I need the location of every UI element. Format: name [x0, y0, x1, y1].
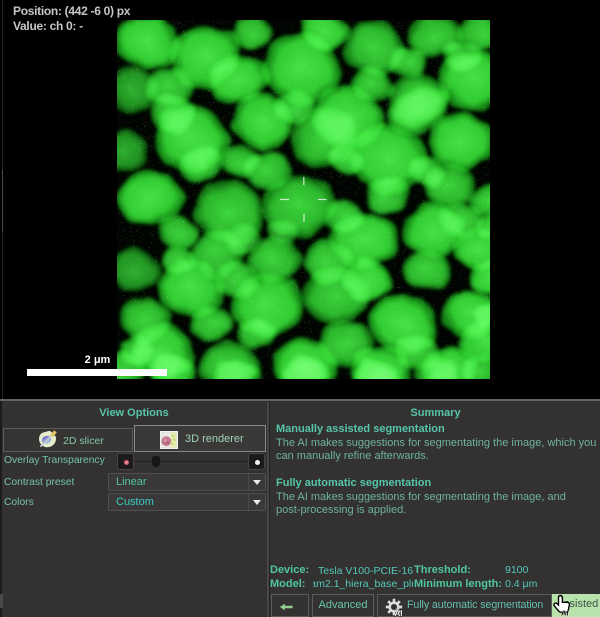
- svg-text:AI: AI: [561, 609, 569, 617]
- svg-text:AI: AI: [395, 609, 403, 617]
